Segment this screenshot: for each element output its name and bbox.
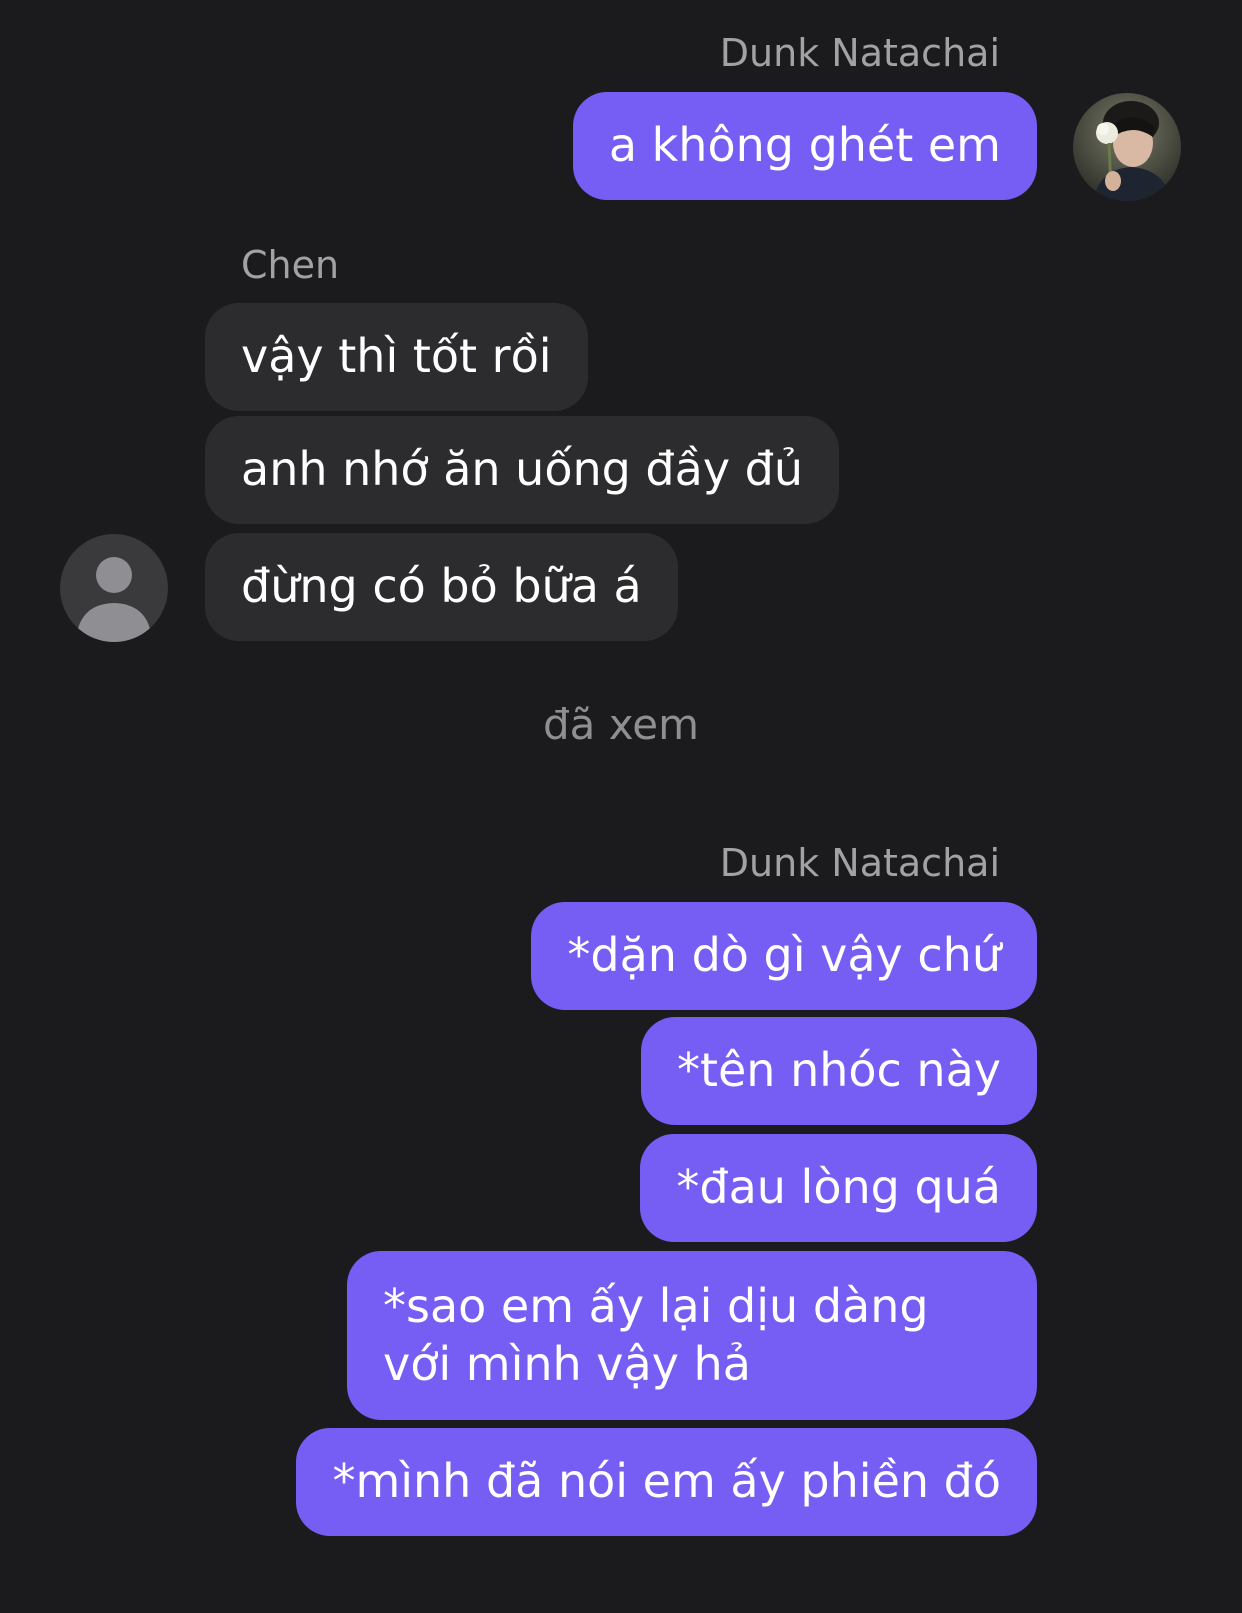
default-person-avatar[interactable]	[60, 534, 168, 642]
incoming-message[interactable]: vậy thì tốt rồi	[205, 303, 588, 411]
outgoing-message[interactable]: *đau lòng quá	[640, 1134, 1037, 1242]
incoming-message[interactable]: anh nhớ ăn uống đầy đủ	[205, 416, 840, 524]
incoming-message[interactable]: đừng có bỏ bữa á	[205, 533, 678, 641]
profile-photo-icon	[1073, 93, 1181, 201]
person-icon	[76, 557, 152, 642]
outgoing-message[interactable]: *tên nhóc này	[640, 1017, 1037, 1125]
outgoing-message[interactable]: *dặn dò gì vậy chứ	[531, 902, 1037, 1010]
sender-name-dunk: Dunk Natachai	[719, 31, 1000, 75]
outgoing-message[interactable]: *mình đã nói em ấy phiền đó	[296, 1428, 1037, 1536]
sender-name-chen: Chen	[241, 243, 340, 287]
sender-name-dunk: Dunk Natachai	[719, 841, 1000, 885]
chat-thread: Dunk Natachai a không ghét em Chen vậy t…	[0, 0, 1242, 1613]
outgoing-message[interactable]: *sao em ấy lại dịu dàng với mình vậy hả	[347, 1251, 1037, 1420]
profile-photo-avatar[interactable]	[1073, 93, 1181, 201]
outgoing-message[interactable]: a không ghét em	[572, 92, 1037, 200]
seen-status: đã xem	[542, 700, 700, 749]
